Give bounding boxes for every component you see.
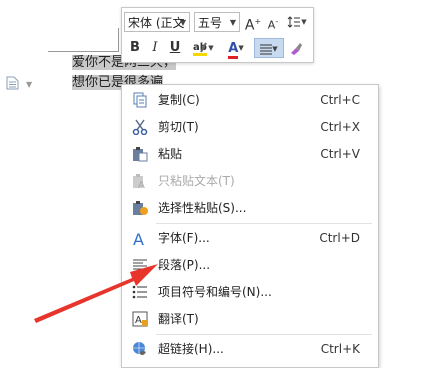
paragraph-icon [133,259,147,272]
align-button[interactable]: ▼ [254,38,284,58]
font-color-icon: A [228,41,239,59]
hyperlink-icon [133,342,146,356]
highlighter-icon: ab [193,42,208,56]
underline-button[interactable]: U [166,38,184,58]
highlight-button[interactable]: ab ▼ [188,38,218,58]
paste-icon [133,147,148,162]
translate-icon: A [132,311,148,327]
chevron-down-icon: ▼ [179,18,186,27]
menu-item-paragraph[interactable]: 段落(P)... [122,252,378,278]
chevron-down-icon[interactable]: ▼ [26,80,32,89]
svg-text:A: A [138,180,145,189]
menu-item-font[interactable]: A 字体(F)... Ctrl+D [122,225,378,251]
cut-icon [132,119,148,135]
align-justify-icon [260,44,273,55]
menu-item-paste-text-only[interactable]: A 只粘贴文本(T) [122,168,378,194]
menu-separator [156,223,372,224]
menu-item-paste-special[interactable]: 选择性粘贴(S)... [122,195,378,221]
chevron-down-icon: ▼ [229,18,236,27]
toolbar-row-1: 宋体 (正文 ▼ 五号 ▼ A+ A- ▼ [122,10,313,34]
grow-font-button[interactable]: A+ [244,12,262,34]
font-name-value: 宋体 (正文 [128,16,185,30]
svg-text:A: A [133,230,144,246]
bold-button[interactable]: B [126,38,144,58]
font-size-value: 五号 [198,16,223,30]
paragraph-marker-icon[interactable] [6,76,19,90]
font-name-select[interactable]: 宋体 (正文 ▼ [124,12,190,32]
paste-special-icon [133,201,148,215]
italic-button[interactable]: I [146,38,164,58]
menu-item-hyperlink[interactable]: 超链接(H)... Ctrl+K [122,336,378,362]
toolbar-row-2: B I U ab ▼ A▼ ▼ [122,36,313,60]
context-menu: 复制(C) Ctrl+C 剪切(T) Ctrl+X 粘贴 Ctrl+V A 只粘… [121,84,379,368]
line-spacing-icon [287,16,301,28]
menu-item-copy[interactable]: 复制(C) Ctrl+C [122,87,378,113]
menu-item-bullets-numbering[interactable]: 项目符号和编号(N)... [122,279,378,305]
font-icon: A [133,230,144,246]
menu-separator [156,334,372,335]
svg-text:A: A [135,315,142,326]
format-painter-button[interactable] [286,38,306,58]
format-painter-icon [291,42,302,55]
mini-format-toolbar: 宋体 (正文 ▼ 五号 ▼ A+ A- ▼ B I U ab ▼ A▼ ▼ [121,7,314,63]
cursor-guide-horizontal [48,51,118,52]
cursor-guide-vertical [118,28,119,52]
paste-text-icon: A [133,174,145,189]
font-size-select[interactable]: 五号 ▼ [194,12,240,32]
shrink-font-button[interactable]: A- [264,12,282,32]
copy-icon [133,92,147,108]
line-spacing-button[interactable]: ▼ [284,12,310,32]
menu-item-paste[interactable]: 粘贴 Ctrl+V [122,141,378,167]
font-color-button[interactable]: A▼ [222,38,250,59]
bullets-icon [132,285,147,299]
menu-item-translate[interactable]: A 翻译(T) [122,306,378,332]
menu-item-cut[interactable]: 剪切(T) Ctrl+X [122,114,378,140]
